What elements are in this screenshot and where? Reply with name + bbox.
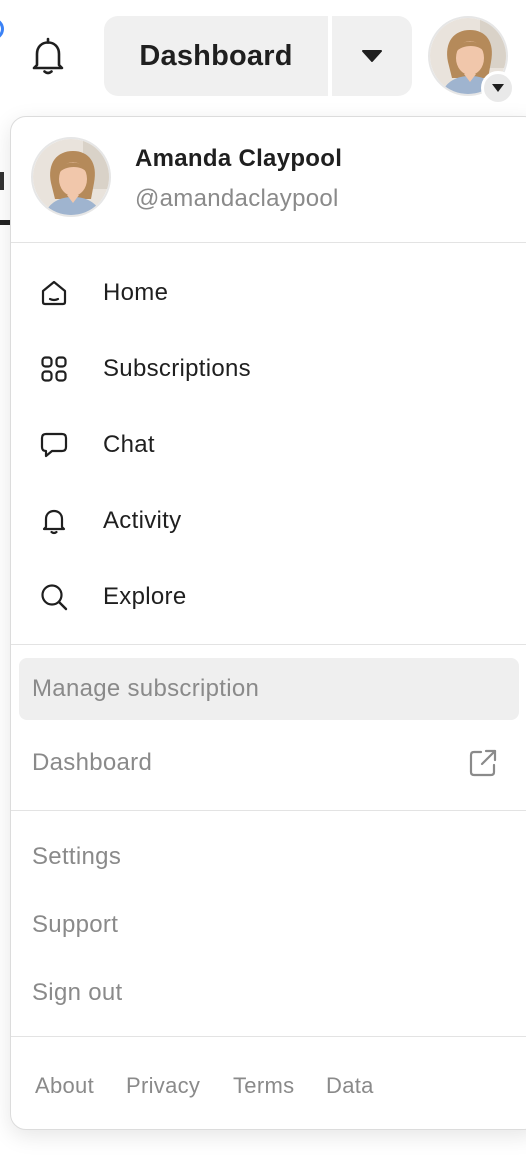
caret-down-icon <box>362 50 382 62</box>
profile-name: Amanda Claypool <box>135 145 343 172</box>
menu-item-explore[interactable]: Explore <box>11 559 526 635</box>
settings-item[interactable]: Settings <box>19 826 519 888</box>
footer-link-privacy[interactable]: Privacy <box>126 1073 200 1099</box>
menu-item-activity[interactable]: Activity <box>11 483 526 559</box>
profile-avatar <box>31 137 111 217</box>
sign-out-item[interactable]: Sign out <box>19 962 519 1024</box>
menu-item-label: Sign out <box>32 979 123 1006</box>
footer-link-data[interactable]: Data <box>326 1073 374 1099</box>
search-icon <box>38 581 70 613</box>
support-item[interactable]: Support <box>19 894 519 956</box>
menu-item-label: Home <box>103 279 169 306</box>
chat-bubble-icon <box>38 429 70 461</box>
menu-item-label: Settings <box>32 843 122 870</box>
grid-icon <box>38 353 70 385</box>
account-menu-toggle[interactable] <box>481 71 515 105</box>
bell-icon <box>38 505 70 537</box>
menu-item-label: Subscriptions <box>103 355 251 382</box>
menu-item-label: Dashboard <box>32 749 153 776</box>
external-link-icon <box>467 747 499 779</box>
menu-item-label: Activity <box>103 507 182 534</box>
menu-item-subscriptions[interactable]: Subscriptions <box>11 331 526 407</box>
account-dropdown-menu: Amanda Claypool @amandaclaypool Home Sub… <box>10 116 526 1130</box>
top-bar: Dashboard <box>0 0 526 112</box>
menu-item-label: Chat <box>103 431 155 458</box>
dashboard-dropdown-button[interactable] <box>332 16 412 96</box>
menu-item-label: Support <box>32 911 119 938</box>
footer-link-terms[interactable]: Terms <box>233 1073 294 1099</box>
profile-handle: @amandaclaypool <box>135 185 339 212</box>
notifications-bell-icon[interactable] <box>28 35 68 77</box>
menu-item-label: Explore <box>103 583 187 610</box>
manage-subscription-item[interactable]: Manage subscription <box>19 658 519 720</box>
caret-down-icon <box>492 84 504 92</box>
footer-links: About Privacy Terms Data <box>11 1059 526 1115</box>
dashboard-external-link[interactable]: Dashboard <box>19 732 519 794</box>
dashboard-button-label: Dashboard <box>139 39 293 72</box>
background-page-edge <box>0 172 4 190</box>
avatar-photo <box>33 139 109 215</box>
divider <box>11 1036 526 1037</box>
divider <box>11 644 526 645</box>
profile-header[interactable]: Amanda Claypool @amandaclaypool <box>11 117 526 243</box>
divider <box>11 242 526 243</box>
dashboard-button[interactable]: Dashboard <box>104 16 328 96</box>
menu-item-home[interactable]: Home <box>11 255 526 331</box>
menu-item-chat[interactable]: Chat <box>11 407 526 483</box>
menu-item-label: Manage subscription <box>32 675 260 702</box>
notification-indicator <box>0 18 4 40</box>
divider <box>11 810 526 811</box>
footer-link-about[interactable]: About <box>35 1073 94 1099</box>
home-icon <box>38 277 70 309</box>
